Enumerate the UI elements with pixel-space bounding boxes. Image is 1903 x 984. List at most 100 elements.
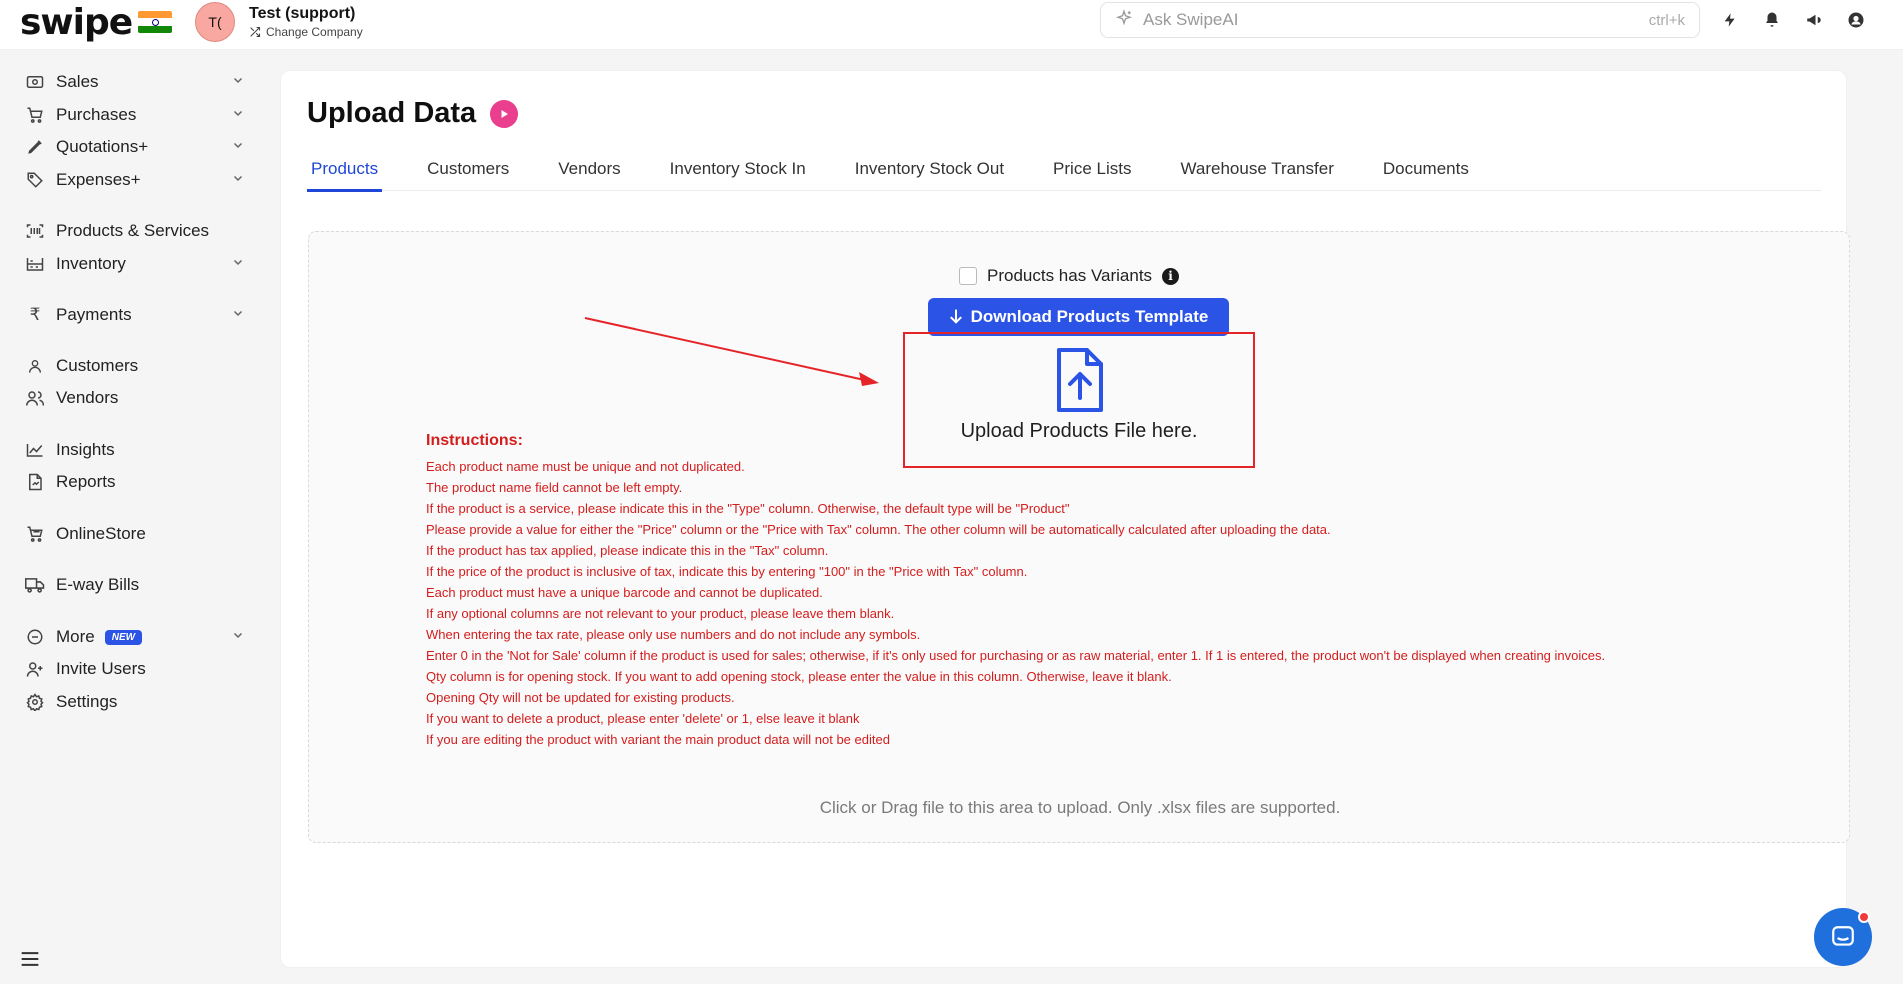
bell-icon[interactable] — [1762, 8, 1782, 32]
shuffle-icon — [250, 26, 261, 38]
sidebar-item-products-services[interactable]: Products & Services — [24, 217, 244, 245]
notification-dot — [1858, 911, 1870, 923]
tabs: Products Customers Vendors Inventory Sto… — [307, 159, 1821, 192]
chart-line-icon — [24, 442, 46, 458]
sidebar-item-purchases[interactable]: Purchases — [24, 101, 244, 129]
sidebar-item-more[interactable]: More NEW — [24, 623, 244, 651]
download-template-label: Download Products Template — [970, 307, 1209, 326]
sidebar-item-quotations[interactable]: Quotations+ — [24, 133, 244, 161]
instruction-line: If the product is a service, please indi… — [426, 501, 1070, 516]
company-avatar[interactable]: T( — [195, 2, 235, 42]
sidebar-item-sales[interactable]: Sales — [24, 68, 244, 96]
sidebar-item-expenses[interactable]: Expenses+ — [24, 166, 244, 194]
sidebar-item-customers[interactable]: Customers — [24, 352, 244, 380]
sidebar-item-label: Invite Users — [56, 659, 146, 678]
variants-label: Products has Variants — [987, 266, 1153, 285]
company-name: Test (support) — [249, 5, 356, 22]
warehouse-icon — [24, 256, 46, 272]
upload-drop-area[interactable]: Products has Variants i Download Product… — [308, 231, 1850, 843]
tab-inventory-stock-in[interactable]: Inventory Stock In — [666, 159, 810, 191]
search-shortcut: ctrl+k — [1648, 11, 1685, 29]
sidebar-item-label: Insights — [56, 440, 115, 459]
sidebar-item-label: Reports — [56, 472, 116, 491]
main-content: Upload Data Products Customers Vendors I… — [280, 70, 1850, 968]
chevron-down-icon — [233, 110, 243, 117]
variants-checkbox[interactable] — [959, 267, 977, 285]
sidebar-item-vendors[interactable]: Vendors — [24, 384, 244, 412]
sidebar-item-invite-users[interactable]: Invite Users — [24, 655, 244, 683]
store-cart-icon — [24, 525, 46, 543]
sidebar-item-onlinestore[interactable]: OnlineStore — [24, 520, 244, 548]
pencil-icon — [24, 138, 46, 156]
lightning-icon[interactable] — [1720, 8, 1740, 32]
top-bar: swipe T( Test (support) Change Company A… — [0, 0, 1903, 50]
play-video-icon[interactable] — [490, 99, 519, 128]
instruction-line: When entering the tax rate, please only … — [426, 627, 921, 642]
brand-logo[interactable]: swipe — [20, 1, 173, 43]
user-circle-icon[interactable] — [1846, 8, 1866, 32]
sidebar-item-label: OnlineStore — [56, 524, 146, 543]
tab-vendors[interactable]: Vendors — [554, 159, 624, 191]
truck-icon — [24, 576, 46, 594]
search-bar[interactable]: Ask SwipeAI ctrl+k — [1100, 2, 1700, 38]
gear-icon — [24, 693, 46, 711]
top-icons — [1720, 8, 1866, 32]
new-badge: NEW — [104, 629, 143, 645]
chevron-down-icon — [233, 310, 243, 317]
chevron-down-icon — [233, 175, 243, 182]
sidebar-item-label: Settings — [56, 692, 118, 711]
file-report-icon — [24, 473, 46, 491]
tab-inventory-stock-out[interactable]: Inventory Stock Out — [851, 159, 1008, 191]
instruction-line: If the price of the product is inclusive… — [426, 564, 1028, 579]
sidebar-item-settings[interactable]: Settings — [24, 688, 244, 716]
tab-documents[interactable]: Documents — [1379, 159, 1473, 191]
page-title: Upload Data — [307, 97, 519, 130]
instruction-line: Please provide a value for either the "P… — [426, 522, 1331, 537]
tab-products[interactable]: Products — [307, 159, 383, 192]
sidebar-item-label: Sales — [56, 72, 99, 91]
instruction-line: The product name field cannot be left em… — [426, 480, 683, 495]
change-company-link[interactable]: Change Company — [249, 25, 363, 39]
sidebar-item-reports[interactable]: Reports — [24, 468, 244, 496]
instruction-line: If any optional columns are not relevant… — [426, 606, 895, 621]
instruction-line: Opening Qty will not be updated for exis… — [426, 690, 735, 705]
variants-option[interactable]: Products has Variants i — [959, 266, 1180, 286]
file-upload-icon — [1057, 348, 1103, 412]
sidebar-item-inventory[interactable]: Inventory — [24, 250, 244, 278]
sidebar-item-label: Quotations+ — [56, 137, 149, 156]
user-icon — [24, 357, 46, 375]
change-company-label: Change Company — [266, 25, 363, 39]
sidebar-item-payments[interactable]: ₹ Payments — [24, 301, 244, 329]
rupee-icon: ₹ — [29, 305, 41, 325]
upload-hint: Click or Drag file to this area to uploa… — [819, 798, 1341, 817]
sidebar: Sales Purchases Quotations+ Expenses+ Pr… — [0, 50, 260, 984]
tab-customers[interactable]: Customers — [423, 159, 513, 191]
instructions-heading: Instructions: — [426, 432, 523, 449]
hamburger-menu-icon[interactable] — [20, 950, 40, 973]
tab-warehouse-transfer[interactable]: Warehouse Transfer — [1176, 159, 1337, 191]
instruction-line: Each product must have a unique barcode … — [426, 585, 823, 600]
sidebar-item-label: Customers — [56, 356, 139, 375]
megaphone-icon[interactable] — [1804, 8, 1824, 32]
logo-text: swipe — [20, 1, 133, 43]
info-icon[interactable]: i — [1162, 267, 1180, 285]
instruction-line: If you are editing the product with vari… — [426, 732, 890, 747]
download-template-button[interactable]: Download Products Template — [928, 298, 1229, 336]
search-input[interactable]: Ask SwipeAI — [1143, 10, 1649, 30]
sidebar-item-eway-bills[interactable]: E-way Bills — [24, 571, 244, 599]
chevron-down-icon — [233, 142, 243, 149]
sidebar-item-label: Products & Services — [56, 221, 210, 240]
sidebar-item-label: Expenses+ — [56, 170, 141, 189]
users-icon — [24, 389, 46, 407]
sidebar-item-label: Vendors — [56, 388, 119, 407]
arrow-down-icon — [949, 309, 962, 324]
chevron-down-icon — [233, 632, 243, 639]
user-plus-icon — [24, 660, 46, 678]
sidebar-item-insights[interactable]: Insights — [24, 436, 244, 464]
instruction-line: Each product name must be unique and not… — [426, 459, 745, 474]
cash-icon — [24, 74, 46, 90]
tab-price-lists[interactable]: Price Lists — [1049, 159, 1135, 191]
page-title-text: Upload Data — [307, 97, 477, 129]
company-switcher[interactable]: T( Test (support) Change Company — [195, 2, 363, 42]
cart-icon — [24, 106, 46, 124]
